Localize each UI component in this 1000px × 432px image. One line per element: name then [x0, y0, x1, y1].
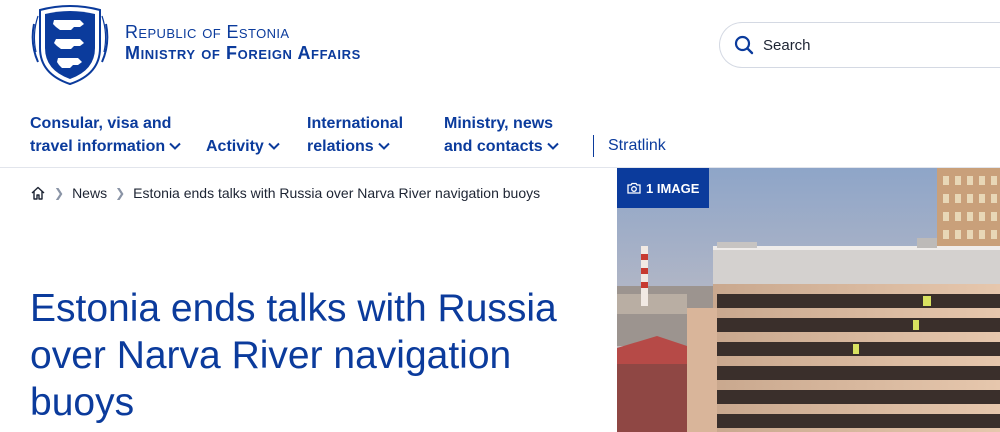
chevron-right-icon: ❯ — [54, 186, 65, 200]
nav-divider — [593, 135, 594, 157]
breadcrumb-item-news[interactable]: News — [72, 185, 107, 201]
nav-item-label-line2: relations — [307, 138, 374, 155]
nav-item-label-line1: Consular, visa and — [30, 115, 172, 132]
nav-item-label-line2: Activity — [206, 138, 264, 155]
nav-item-label-line1: International — [307, 115, 404, 132]
nav-item-activity[interactable]: Activity — [206, 135, 280, 158]
search-icon — [734, 35, 754, 55]
nav-item-label-line2: and contacts — [444, 138, 543, 155]
nav-item-label-line2: travel information — [30, 138, 166, 155]
chevron-down-icon — [169, 142, 181, 150]
site-name-line1: Republic of Estonia — [125, 22, 290, 42]
site-name[interactable]: Republic of Estonia Ministry of Foreign … — [125, 22, 361, 64]
coat-of-arms-logo[interactable] — [30, 4, 110, 88]
nav-link-stratlink[interactable]: Stratlink — [608, 137, 666, 155]
breadcrumb: ❯ News ❯ Estonia ends talks with Russia … — [30, 183, 540, 203]
chevron-right-icon: ❯ — [115, 186, 126, 200]
site-name-line2: Ministry of Foreign Affairs — [125, 43, 361, 63]
chevron-down-icon — [377, 142, 390, 150]
nav-item-ministry[interactable]: Ministry, news and contacts — [444, 112, 559, 158]
breadcrumb-item-current: Estonia ends talks with Russia over Narv… — [133, 185, 541, 201]
page-title: Estonia ends talks with Russia over Narv… — [30, 287, 557, 424]
site-header: Republic of Estonia Ministry of Foreign … — [0, 0, 1000, 168]
image-count-badge[interactable]: 1 IMAGE — [617, 168, 710, 208]
nav-item-international-relations[interactable]: International relations — [307, 112, 403, 158]
image-count-label: 1 IMAGE — [646, 180, 700, 196]
chevron-down-icon — [546, 142, 559, 150]
chevron-down-icon — [268, 142, 280, 150]
nav-item-consular[interactable]: Consular, visa and travel information — [30, 112, 181, 158]
nav-item-label-line1: Ministry, news — [444, 115, 554, 132]
main-nav: Consular, visa and travel information Ac… — [0, 110, 1000, 168]
home-icon[interactable] — [30, 185, 46, 201]
search-label: Search — [763, 36, 811, 54]
camera-icon — [627, 182, 641, 194]
search-input[interactable]: Search — [719, 22, 1000, 68]
